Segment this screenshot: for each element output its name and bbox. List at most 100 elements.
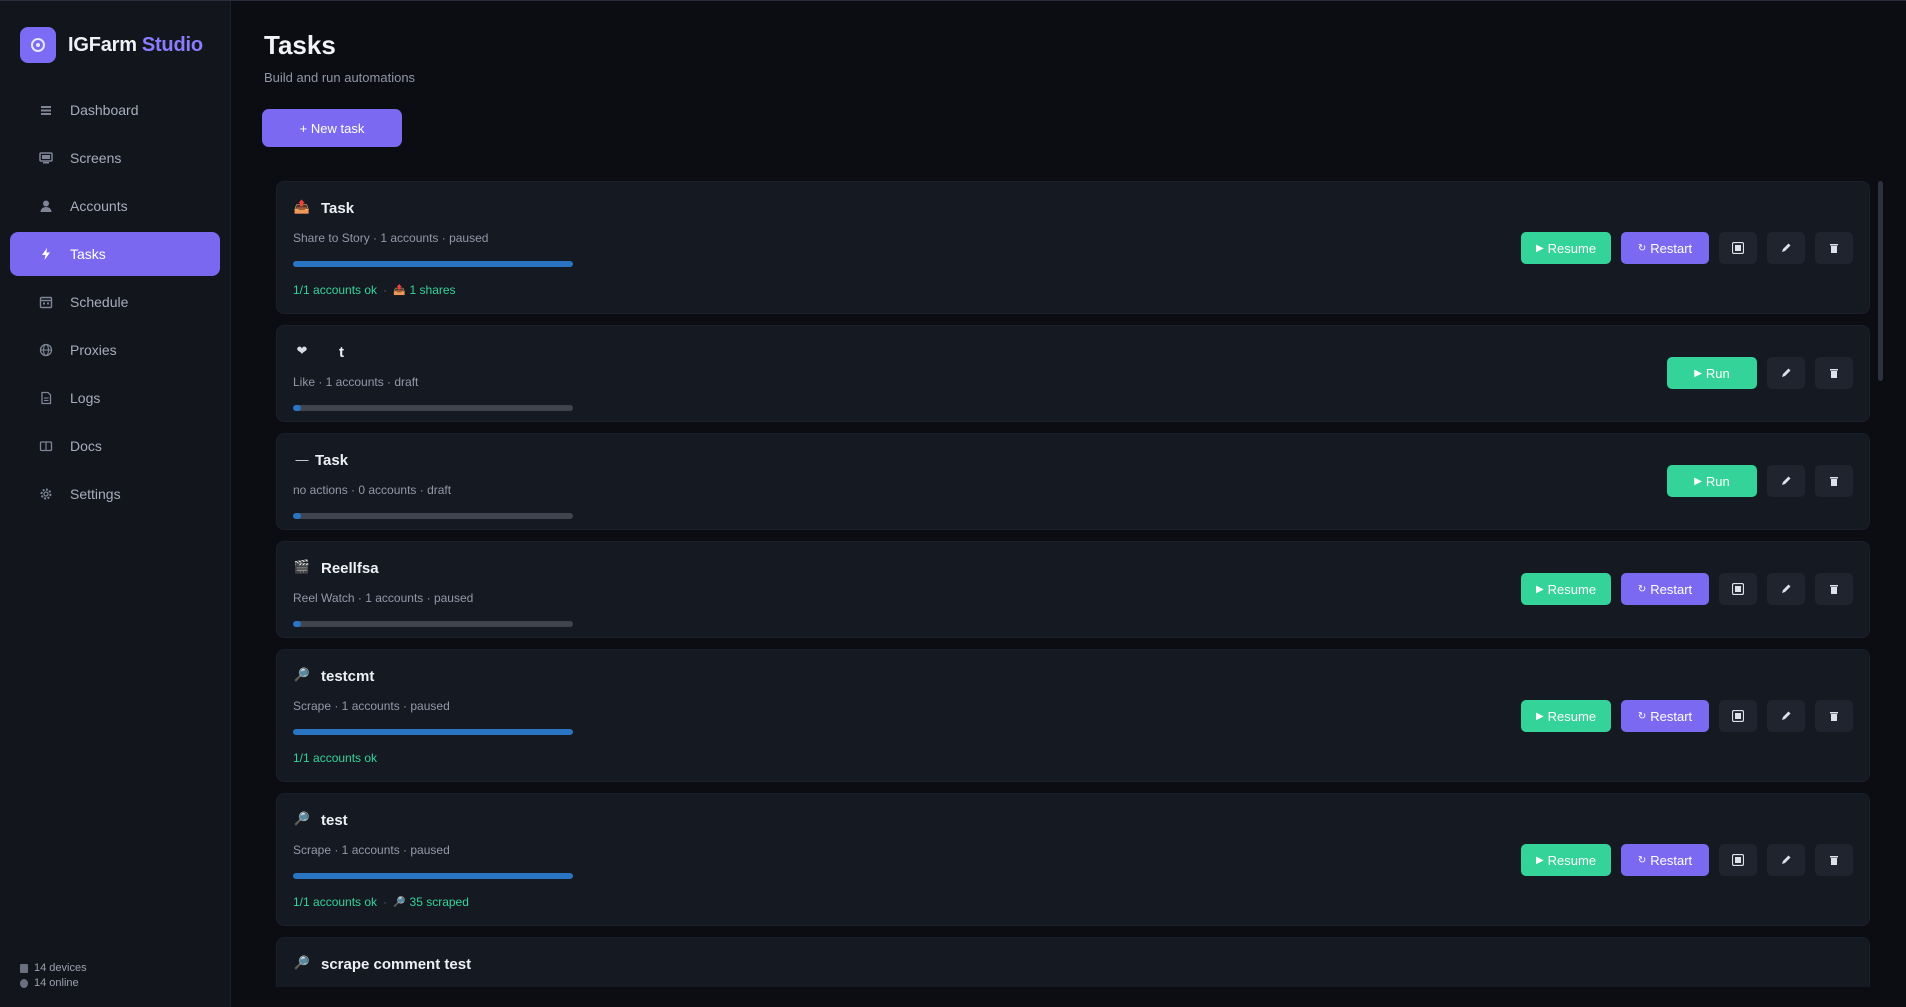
calendar-icon [38, 294, 54, 310]
task-list-scrollbar[interactable] [1878, 181, 1883, 381]
restart-button[interactable]: ↻ Restart [1621, 700, 1709, 732]
sidebar-item-label: Schedule [70, 294, 129, 310]
delete-button[interactable] [1815, 700, 1853, 732]
dashboard-icon [38, 102, 54, 118]
document-icon [38, 390, 54, 406]
restart-button[interactable]: ↻ Restart [1621, 844, 1709, 876]
stop-button[interactable] [1719, 700, 1757, 732]
stop-button[interactable] [1719, 232, 1757, 264]
sidebar: IGFarm Studio Dashboard Screens Accounts … [0, 1, 231, 1007]
task-name: t [339, 344, 344, 361]
pencil-icon [1782, 476, 1791, 485]
delete-button[interactable] [1815, 573, 1853, 605]
task-name: Task [315, 452, 349, 469]
edit-button[interactable] [1767, 357, 1805, 389]
task-progress [293, 261, 573, 267]
task-progress-fill [293, 729, 573, 735]
task-progress [293, 729, 573, 735]
device-count: 14 devices [34, 962, 87, 974]
task-stat-ok: 1/1 accounts ok [293, 751, 378, 765]
stop-button[interactable] [1719, 844, 1757, 876]
resume-button[interactable]: ▶ Resume [1521, 700, 1611, 732]
trash-icon [1830, 856, 1838, 865]
task-meta: Reel Watch · 1 accounts · paused [293, 591, 474, 605]
sidebar-item-dashboard[interactable]: Dashboard [10, 88, 220, 132]
task-card: 📤 Task Share to Story · 1 accounts · pau… [276, 181, 1870, 314]
stop-icon [1732, 242, 1744, 254]
delete-button[interactable] [1815, 465, 1853, 497]
sidebar-item-settings[interactable]: Settings [10, 472, 220, 516]
resume-button[interactable]: ▶ Resume [1521, 573, 1611, 605]
task-meta: no actions · 0 accounts · draft [293, 483, 452, 497]
task-actions: ▶ Run [1657, 357, 1853, 389]
task-progress [293, 405, 573, 411]
sidebar-item-logs[interactable]: Logs [10, 376, 220, 420]
device-icon [20, 964, 28, 973]
run-button[interactable]: ▶ Run [1667, 357, 1757, 389]
restart-button[interactable]: ↻ Restart [1621, 232, 1709, 264]
task-stats: 1/1 accounts ok · 📤 1 shares [293, 283, 456, 297]
task-meta: Like · 1 accounts · draft [293, 375, 419, 389]
restart-icon: ↻ [1637, 583, 1647, 595]
play-icon: ▶ [1535, 583, 1544, 595]
delete-button[interactable] [1815, 357, 1853, 389]
sidebar-nav: Dashboard Screens Accounts Tasks Schedul… [10, 88, 220, 520]
stop-button[interactable] [1719, 573, 1757, 605]
task-progress-fill [293, 513, 302, 519]
edit-button[interactable] [1767, 573, 1805, 605]
edit-button[interactable] [1767, 465, 1805, 497]
resume-button[interactable]: ▶ Resume [1521, 844, 1611, 876]
pencil-icon [1782, 855, 1791, 864]
play-icon: ▶ [1694, 367, 1702, 379]
restart-icon: ↻ [1637, 854, 1647, 866]
edit-button[interactable] [1767, 844, 1805, 876]
play-icon: ▶ [1535, 710, 1544, 722]
sidebar-item-label: Docs [70, 438, 102, 454]
run-button[interactable]: ▶ Run [1667, 465, 1757, 497]
task-stats: 1/1 accounts ok · 🔎 35 scraped [293, 895, 469, 909]
new-task-button[interactable]: + New task [262, 109, 402, 147]
brand-logo-icon [20, 27, 56, 63]
task-stat-ok: 1/1 accounts ok [293, 283, 378, 297]
task-meta: Share to Story · 1 accounts · paused [293, 231, 489, 245]
trash-icon [1830, 477, 1838, 486]
sidebar-item-tasks[interactable]: Tasks [10, 232, 220, 276]
share-icon: 📤 [393, 284, 406, 296]
trash-icon [1830, 244, 1838, 253]
task-progress-fill [293, 873, 573, 879]
edit-button[interactable] [1767, 700, 1805, 732]
sidebar-item-docs[interactable]: Docs [10, 424, 220, 468]
task-progress-fill [293, 621, 302, 627]
sidebar-item-accounts[interactable]: Accounts [10, 184, 220, 228]
play-icon: ▶ [1535, 854, 1544, 866]
trash-icon [1830, 712, 1838, 721]
play-icon: ▶ [1694, 475, 1702, 487]
restart-button[interactable]: ↻ Restart [1621, 573, 1709, 605]
task-progress [293, 873, 573, 879]
task-actions: ▶ Resume ↻ Restart [1511, 573, 1853, 605]
stop-icon [1732, 583, 1744, 595]
search-icon: 🔎 [293, 811, 311, 826]
task-stats: 1/1 accounts ok [293, 751, 377, 765]
screens-icon [38, 150, 54, 166]
edit-button[interactable] [1767, 232, 1805, 264]
sidebar-item-label: Settings [70, 486, 121, 502]
task-card: — Task no actions · 0 accounts · draft ▶… [276, 433, 1870, 530]
resume-button[interactable]: ▶ Resume [1521, 232, 1611, 264]
sidebar-item-label: Logs [70, 390, 101, 406]
task-actions: ▶ Resume ↻ Restart [1511, 844, 1853, 876]
task-list: 📤 Task Share to Story · 1 accounts · pau… [276, 181, 1870, 987]
sidebar-item-screens[interactable]: Screens [10, 136, 220, 180]
task-card: 🔎 scrape comment test [276, 937, 1870, 987]
delete-button[interactable] [1815, 232, 1853, 264]
task-actions: ▶ Resume ↻ Restart [1511, 700, 1853, 732]
restart-icon: ↻ [1637, 710, 1647, 722]
sidebar-item-proxies[interactable]: Proxies [10, 328, 220, 372]
delete-button[interactable] [1815, 844, 1853, 876]
trash-icon [1830, 369, 1838, 378]
page-subtitle: Build and run automations [264, 70, 416, 85]
stop-icon [1732, 710, 1744, 722]
sidebar-item-label: Accounts [70, 198, 128, 214]
sidebar-item-schedule[interactable]: Schedule [10, 280, 220, 324]
task-card: 🎬 Reellfsa Reel Watch · 1 accounts · pau… [276, 541, 1870, 638]
